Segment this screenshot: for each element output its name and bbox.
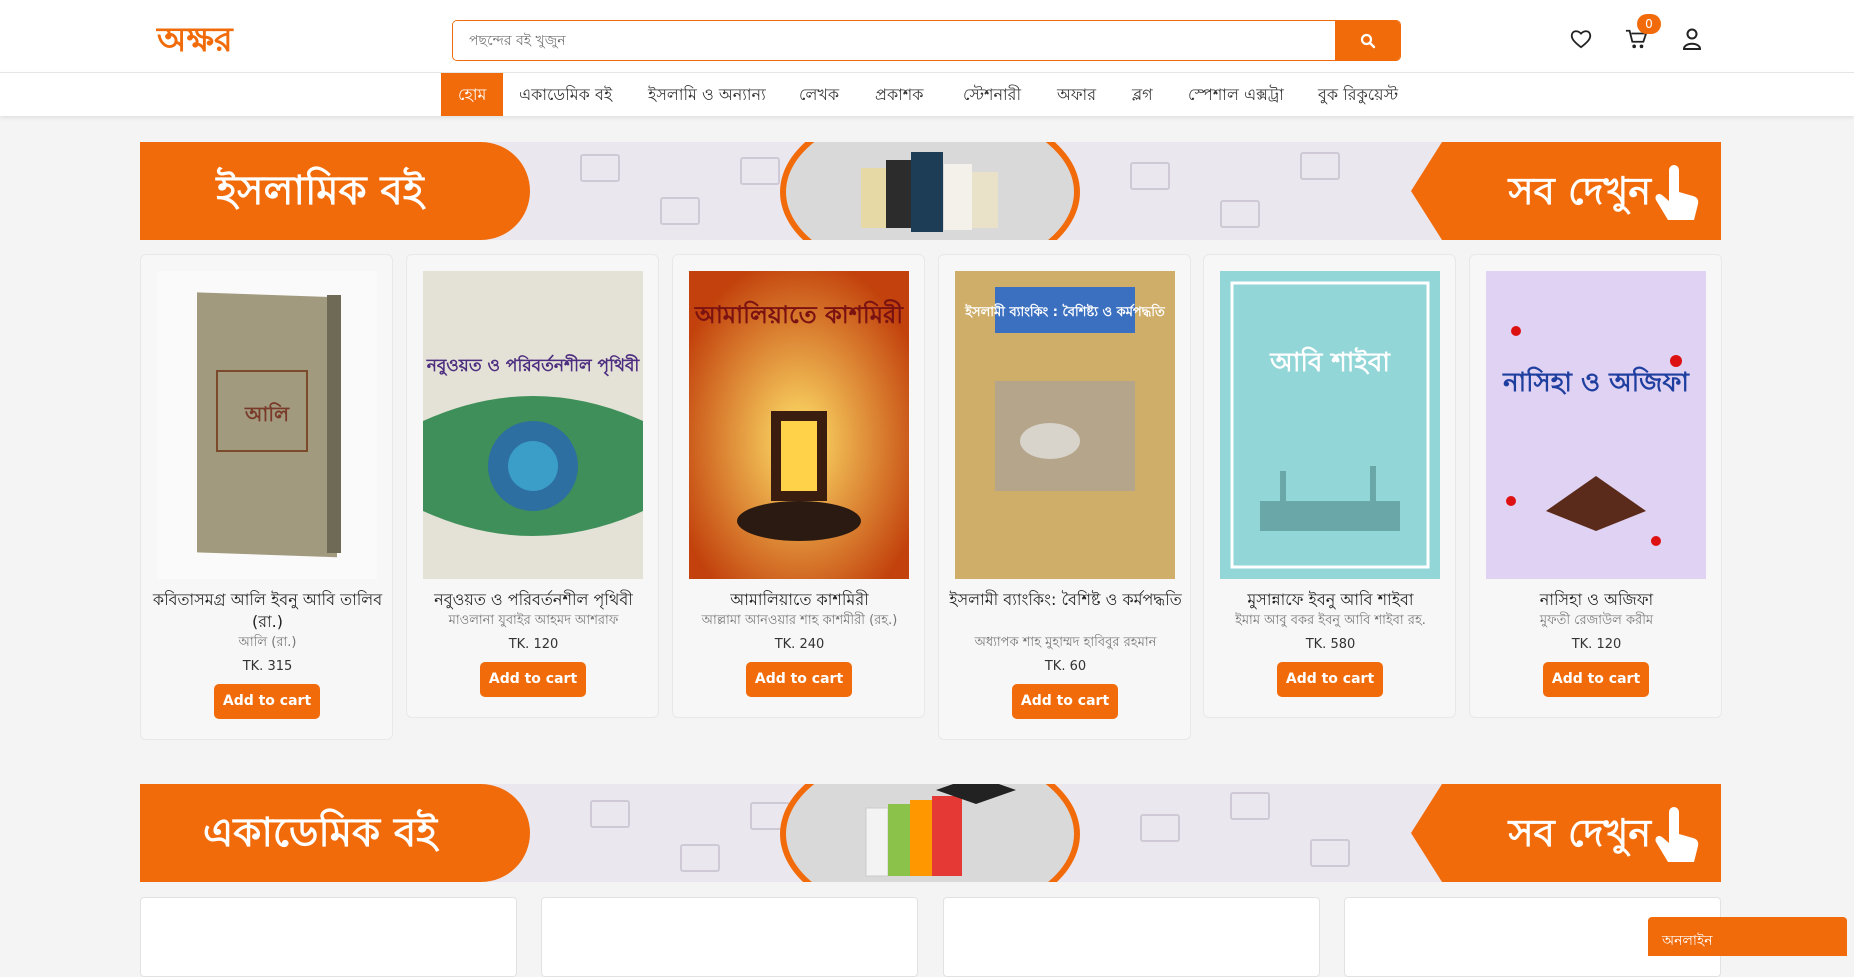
book-cover[interactable]: আবি শাইবা — [1220, 271, 1440, 579]
product-card[interactable]: আমালিয়াতে কাশমিরী আমালিয়াতে কাশমিরী আল… — [672, 254, 925, 718]
svg-text:নবুওয়ত ও পরিবর্তনশীল পৃথিবী: নবুওয়ত ও পরিবর্তনশীল পৃথিবী — [426, 354, 641, 377]
nav-authors[interactable]: লেখক — [782, 73, 856, 116]
product-author[interactable]: মাওলানা যুবাইর আহমদ আশরাফ — [411, 612, 656, 630]
nav-book-request[interactable]: বুক রিকুয়েস্ট — [1301, 73, 1415, 116]
product-card[interactable]: নাসিহা ও অজিফা নাসিহা ও অজিফা মুফতী রেজা… — [1469, 254, 1722, 718]
product-card[interactable]: আলি কবিতাসমগ্র আলি ইবনু আবি তালিব (রা.) … — [140, 254, 393, 740]
nav-offer[interactable]: অফার — [1040, 73, 1113, 116]
product-price: TK. 120 — [508, 637, 559, 652]
search-input[interactable] — [453, 21, 1336, 60]
cart-count-badge: 0 — [1637, 14, 1661, 34]
section-title: ইসলামিক বই — [216, 168, 424, 214]
product-title[interactable]: নবুওয়ত ও পরিবর্তনশীল পৃথিবী — [415, 589, 652, 611]
heart-icon — [1570, 30, 1592, 49]
book-cover[interactable]: আমালিয়াতে কাশমিরী — [689, 271, 909, 579]
product-title[interactable]: আমালিয়াতে কাশমিরী — [681, 589, 918, 611]
search-icon — [1360, 33, 1375, 48]
search-bar — [452, 20, 1401, 61]
nav-blog[interactable]: ব্লগ — [1115, 73, 1170, 116]
nav-home[interactable]: হোম — [441, 73, 504, 116]
product-price: TK. 120 — [1571, 637, 1622, 652]
account-button[interactable] — [1679, 26, 1705, 52]
nav-publishers[interactable]: প্রকাশক — [858, 73, 940, 116]
nav-stationery[interactable]: স্টেশনারী — [946, 73, 1038, 116]
product-title[interactable]: ইসলামী ব্যাংকিং: বৈশিষ্ট ও কর্মপদ্ধতি — [947, 589, 1184, 611]
svg-text:আমালিয়াতে কাশমিরী: আমালিয়াতে কাশমিরী — [694, 299, 904, 329]
product-author[interactable]: আলি (রা.) — [145, 634, 390, 652]
nav-special-extra[interactable]: স্পেশাল এক্সট্রা — [1171, 73, 1301, 116]
product-card[interactable]: আবি শাইবা মুসান্নাফে ইবনু আবি শাইবা ইমাম… — [1203, 254, 1456, 718]
product-card[interactable] — [541, 897, 918, 977]
pointer-hand-icon — [1655, 807, 1699, 862]
book-cover[interactable]: নবুওয়ত ও পরিবর্তনশীল পৃথিবী — [423, 271, 643, 579]
nav-islamic[interactable]: ইসলামি ও অন্যান্য — [631, 73, 783, 116]
academic-books-banner[interactable]: একাডেমিক বই সব দেখুন — [140, 784, 1721, 882]
online-chat-widget[interactable]: অনলাইন — [1648, 917, 1847, 956]
see-all-button[interactable]: সব দেখুন — [1509, 784, 1652, 882]
svg-text:আলি: আলি — [244, 402, 290, 426]
product-title[interactable]: নাসিহা ও অজিফা — [1478, 589, 1715, 611]
add-to-cart-button[interactable]: Add to cart — [1277, 662, 1383, 697]
book-cover[interactable]: আলি — [157, 271, 377, 579]
product-card[interactable]: নবুওয়ত ও পরিবর্তনশীল পৃথিবী নবুওয়ত ও প… — [406, 254, 659, 718]
section-title: একাডেমিক বই — [202, 810, 438, 856]
banner-image — [780, 784, 1080, 882]
pointer-hand-icon — [1655, 165, 1699, 220]
site-logo[interactable]: অক্ষর — [155, 15, 285, 61]
product-price: TK. 580 — [1305, 637, 1356, 652]
product-title[interactable]: মুসান্নাফে ইবনু আবি শাইবা — [1212, 589, 1449, 611]
book-cover[interactable]: নাসিহা ও অজিফা — [1486, 271, 1706, 579]
product-card[interactable]: ইসলামী ব্যাংকিং : বৈশিষ্ট্য ও কর্মপদ্ধতি… — [938, 254, 1191, 740]
product-author[interactable]: মুফতী রেজাউল করীম — [1474, 612, 1719, 630]
see-all-button[interactable]: সব দেখুন — [1509, 142, 1652, 240]
add-to-cart-button[interactable]: Add to cart — [1543, 662, 1649, 697]
product-title[interactable]: কবিতাসমগ্র আলি ইবনু আবি তালিব (রা.) — [149, 589, 386, 633]
add-to-cart-button[interactable]: Add to cart — [480, 662, 586, 697]
svg-text:আবি শাইবা: আবি শাইবা — [1269, 346, 1391, 378]
islamic-books-banner[interactable]: ইসলামিক বই সব দেখুন — [140, 142, 1721, 240]
product-price: TK. 60 — [1044, 659, 1087, 674]
add-to-cart-button[interactable]: Add to cart — [214, 684, 320, 719]
product-author[interactable]: ইমাম আবু বকর ইবনু আবি শাইবা রহ. — [1208, 612, 1453, 630]
book-cover[interactable]: ইসলামী ব্যাংকিং : বৈশিষ্ট্য ও কর্মপদ্ধতি — [955, 271, 1175, 579]
product-author[interactable]: আল্লামা আনওয়ার শাহ কাশমীরী (রহ.) — [677, 612, 922, 630]
banner-image — [780, 142, 1080, 240]
add-to-cart-button[interactable]: Add to cart — [746, 662, 852, 697]
header: অক্ষর 0 — [0, 0, 1854, 72]
product-card[interactable] — [140, 897, 517, 977]
product-price: TK. 240 — [774, 637, 825, 652]
add-to-cart-button[interactable]: Add to cart — [1012, 684, 1118, 719]
nav-academic[interactable]: একাডেমিক বই — [502, 73, 629, 116]
search-button[interactable] — [1335, 21, 1400, 60]
svg-text:অক্ষর: অক্ষর — [156, 20, 234, 60]
product-price: TK. 315 — [242, 659, 293, 674]
product-card[interactable] — [943, 897, 1320, 977]
svg-text:ইসলামী ব্যাংকিং : বৈশিষ্ট্য ও: ইসলামী ব্যাংকিং : বৈশিষ্ট্য ও কর্মপদ্ধতি — [964, 303, 1166, 320]
user-icon — [1682, 28, 1702, 50]
main-nav: হোম একাডেমিক বই ইসলামি ও অন্যান্য লেখক প… — [0, 72, 1854, 116]
svg-text:নাসিহা ও অজিফা: নাসিহা ও অজিফা — [1502, 366, 1690, 398]
product-author[interactable]: অধ্যাপক শাহ মুহাম্মদ হাবিবুর রহমান — [943, 634, 1188, 652]
wishlist-button[interactable] — [1568, 26, 1594, 52]
